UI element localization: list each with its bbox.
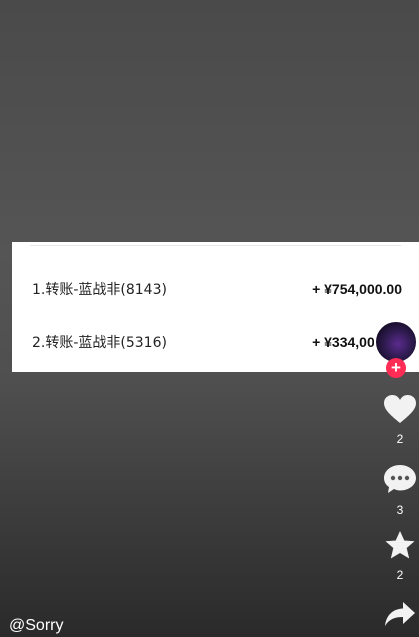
like-button[interactable]: 2	[361, 394, 419, 446]
comment-icon	[384, 465, 416, 493]
favorite-button[interactable]: 2	[361, 530, 419, 582]
transaction-card: 1.转账-蓝战非(8143) + ¥754,000.00 2.转账-蓝战非(53…	[12, 242, 419, 372]
favorite-count: 2	[396, 568, 404, 582]
star-icon	[385, 531, 415, 559]
card-divider	[30, 242, 401, 246]
like-count: 2	[396, 432, 404, 446]
transaction-label: 1.转账-蓝战非(8143)	[32, 282, 167, 298]
transaction-row: 2.转账-蓝战非(5316) + ¥334,000.00	[32, 327, 419, 357]
share-button[interactable]	[361, 600, 419, 633]
video-screen[interactable]: 1.转账-蓝战非(8143) + ¥754,000.00 2.转账-蓝战非(53…	[0, 0, 419, 637]
comment-button[interactable]: 3	[361, 463, 419, 517]
transaction-row: 1.转账-蓝战非(8143) + ¥754,000.00	[32, 274, 419, 304]
share-icon	[385, 602, 415, 626]
heart-icon	[384, 395, 416, 423]
transaction-label: 2.转账-蓝战非(5316)	[32, 335, 167, 351]
author-handle[interactable]: @Sorry	[9, 617, 63, 635]
comment-count: 3	[396, 503, 404, 517]
follow-button[interactable]: +	[386, 358, 406, 378]
transaction-amount: + ¥754,000.00	[312, 281, 402, 297]
